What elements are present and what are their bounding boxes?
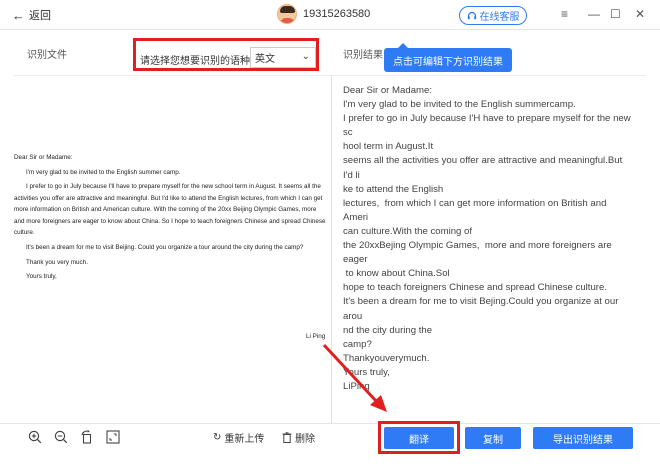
language-select[interactable]: 英文 ⌄ <box>250 47 316 68</box>
edit-hint-tooltip: 点击可编辑下方识别结果 <box>384 43 512 72</box>
menu-icon[interactable]: ≡ <box>561 7 568 21</box>
right-panel-title: 识别结果 <box>343 50 383 61</box>
refresh-icon: ↻ <box>213 432 222 443</box>
export-result-button[interactable]: 导出识别结果 <box>533 427 633 449</box>
left-panel-title: 识别文件 <box>27 50 67 61</box>
maximize-icon[interactable]: ☐ <box>610 7 621 21</box>
back-label: 返回 <box>29 10 51 22</box>
chevron-down-icon: ⌄ <box>301 51 310 62</box>
panel-divider <box>331 75 332 423</box>
user-info[interactable]: 19315263580 <box>277 4 370 24</box>
user-phone: 19315263580 <box>303 8 371 20</box>
reupload-button[interactable]: ↻ 重新上传 <box>213 430 264 445</box>
doc-paragraph: I'm very glad to be invited to the Engli… <box>26 168 181 176</box>
headset-icon <box>467 11 476 19</box>
doc-paragraph: It's been a dream for me to visit Beijin… <box>26 244 304 252</box>
online-service-button[interactable]: 在线客服 <box>459 6 527 25</box>
doc-signature: Li Ping <box>306 333 326 340</box>
delete-label: 删除 <box>295 434 315 445</box>
doc-salutation: Dear Sir or Madame: <box>14 154 73 161</box>
back-button[interactable]: ← 返回 <box>12 7 51 23</box>
title-bar: ← 返回 19315263580 在线客服 ≡ — ☐ ✕ <box>0 0 660 30</box>
zoom-out-icon[interactable] <box>54 430 68 444</box>
rotate-icon[interactable] <box>80 430 94 444</box>
doc-paragraph: Yours truly, <box>26 273 57 281</box>
language-prompt: 请选择您想要识别的语种: <box>140 56 253 67</box>
minimize-icon[interactable]: — <box>588 7 600 21</box>
document-preview: Dear Sir or Madame: I'm very glad to be … <box>14 152 328 340</box>
online-service-label: 在线客服 <box>479 12 520 23</box>
delete-button[interactable]: 删除 <box>282 430 315 445</box>
ocr-result-text[interactable]: Dear Sir or Madame: I'm very glad to be … <box>343 84 633 394</box>
copy-button[interactable]: 复制 <box>465 427 521 449</box>
fit-screen-icon[interactable] <box>106 430 120 444</box>
zoom-in-icon[interactable] <box>28 430 42 444</box>
translate-button[interactable]: 翻译 <box>384 427 454 449</box>
back-arrow-icon: ← <box>12 7 25 23</box>
doc-paragraph: Thank you very much. <box>26 258 88 266</box>
header-divider <box>14 75 646 76</box>
close-icon[interactable]: ✕ <box>635 7 645 21</box>
language-value: 英文 <box>255 54 275 65</box>
avatar <box>277 4 297 24</box>
doc-paragraph: I prefer to go in July because I'll have… <box>14 183 326 237</box>
reupload-label: 重新上传 <box>224 434 265 445</box>
trash-icon <box>282 432 292 443</box>
